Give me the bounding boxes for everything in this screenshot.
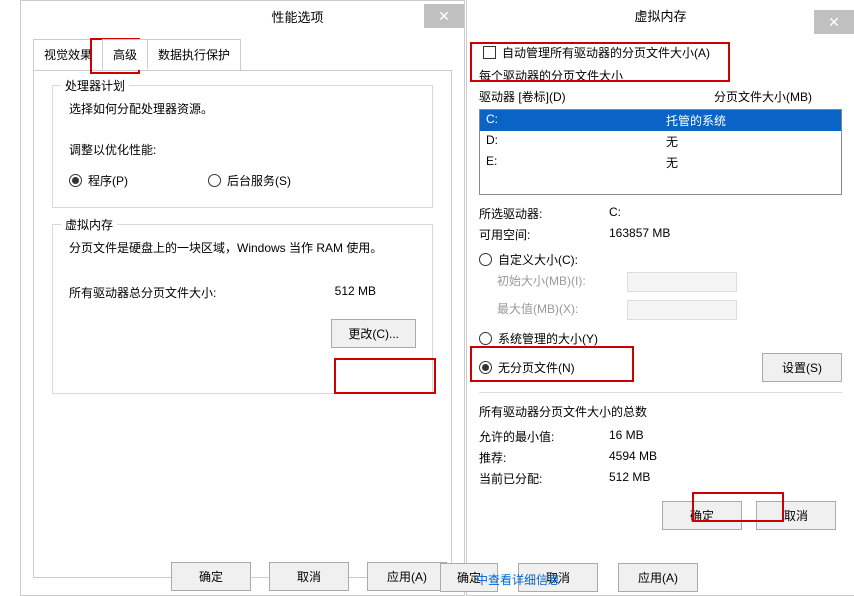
radio-no-paging[interactable]: 无分页文件(N) <box>479 359 575 376</box>
radio-icon <box>479 332 492 345</box>
radio-custom-size[interactable]: 自定义大小(C): <box>479 251 842 268</box>
radio-icon <box>69 174 82 187</box>
radio-system-managed[interactable]: 系统管理的大小(Y) <box>479 330 842 347</box>
totals-title: 所有驱动器分页文件大小的总数 <box>479 403 842 420</box>
radio-icon <box>479 361 492 374</box>
per-drive-label: 每个驱动器的分页文件大小 <box>479 67 842 84</box>
ok-button[interactable]: 确定 <box>662 501 742 530</box>
dialog-title: 虚拟内存 <box>626 6 694 25</box>
list-item: C:托管的系统 <box>480 110 841 131</box>
apply-button[interactable]: 应用(A) <box>618 563 698 592</box>
virtual-memory-dialog: — 虚拟内存 ✕ 自动管理所有驱动器的分页文件大小(A) 每个驱动器的分页文件大… <box>466 0 854 596</box>
details-link[interactable]: 中查看详细信息 <box>476 571 560 588</box>
cpu-group-title: 处理器计划 <box>61 77 129 94</box>
radio-background[interactable]: 后台服务(S) <box>208 172 291 189</box>
dialog-buttons: 确定 取消 应用(A) <box>171 562 447 591</box>
dialog-title: 性能选项 <box>263 7 331 26</box>
close-icon[interactable]: ✕ <box>424 4 464 28</box>
cancel-button[interactable]: 取消 <box>269 562 349 591</box>
radio-icon <box>479 253 492 266</box>
drive-header: 驱动器 [卷标](D) <box>479 88 566 105</box>
initial-size-input <box>627 272 737 292</box>
ok-button[interactable]: 确定 <box>171 562 251 591</box>
vm-desc: 分页文件是硬盘上的一块区域，Windows 当作 RAM 使用。 <box>69 239 416 256</box>
checkbox-icon <box>483 46 496 59</box>
radio-program[interactable]: 程序(P) <box>69 172 128 189</box>
tab-panel-advanced: 处理器计划 选择如何分配处理器资源。 调整以优化性能: 程序(P) 后台服务(S… <box>33 70 452 578</box>
radio-icon <box>208 174 221 187</box>
titlebar: 虚拟内存 ✕ <box>467 0 854 30</box>
change-button[interactable]: 更改(C)... <box>331 319 416 348</box>
adjust-label: 调整以优化性能: <box>69 141 416 158</box>
tab-dep[interactable]: 数据执行保护 <box>147 39 241 70</box>
cpu-groupbox: 处理器计划 选择如何分配处理器资源。 调整以优化性能: 程序(P) 后台服务(S… <box>52 85 433 208</box>
cpu-desc: 选择如何分配处理器资源。 <box>69 100 416 117</box>
close-icon[interactable]: ✕ <box>814 10 854 34</box>
vm-group-title: 虚拟内存 <box>61 216 117 233</box>
total-label: 所有驱动器总分页文件大小: <box>69 284 216 301</box>
tab-advanced[interactable]: 高级 <box>102 39 148 70</box>
titlebar: 性能选项 ✕ <box>21 1 464 31</box>
list-item: D:无 <box>480 131 841 152</box>
tab-visual-effects[interactable]: 视觉效果 <box>33 39 103 70</box>
drive-listbox[interactable]: C:托管的系统 D:无 E:无 <box>479 109 842 195</box>
size-header: 分页文件大小(MB) <box>714 88 812 105</box>
tabs: 视觉效果 高级 数据执行保护 <box>33 39 452 70</box>
list-item: E:无 <box>480 152 841 173</box>
performance-options-dialog: 性能选项 ✕ 视觉效果 高级 数据执行保护 处理器计划 选择如何分配处理器资源。… <box>20 0 465 596</box>
cancel-button[interactable]: 取消 <box>756 501 836 530</box>
vm-groupbox: 虚拟内存 分页文件是硬盘上的一块区域，Windows 当作 RAM 使用。 所有… <box>52 224 433 394</box>
total-value: 512 MB <box>335 284 376 301</box>
apply-button[interactable]: 应用(A) <box>367 562 447 591</box>
set-button[interactable]: 设置(S) <box>762 353 842 382</box>
max-size-input <box>627 300 737 320</box>
auto-manage-checkbox[interactable]: 自动管理所有驱动器的分页文件大小(A) <box>479 38 842 67</box>
